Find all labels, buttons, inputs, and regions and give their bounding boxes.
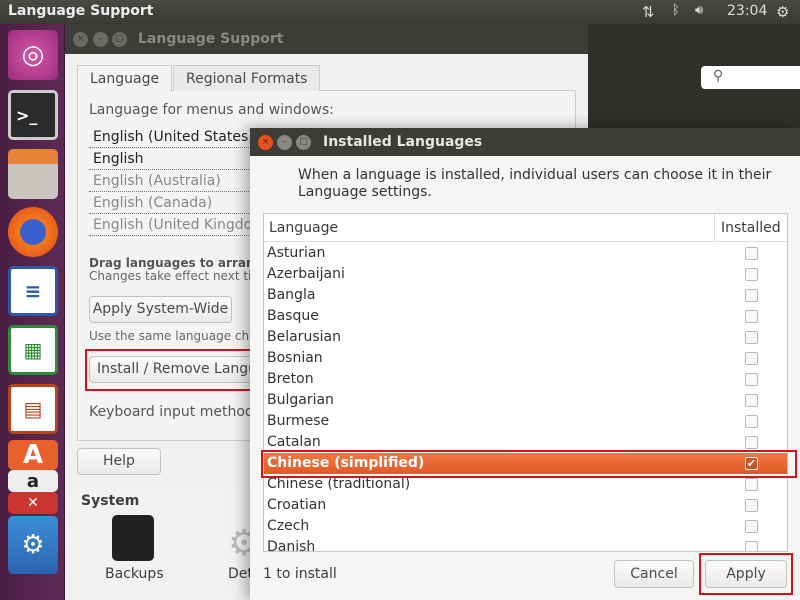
language-name: Belarusian [267,329,341,345]
titlebar: × – □ Installed Languages [250,128,800,156]
same-choice-hint: Use the same language choic [89,329,267,343]
list-header: Language Installed [264,214,787,242]
installed-checkbox[interactable] [745,478,758,491]
maximize-icon[interactable]: □ [296,135,311,150]
installed-checkbox[interactable] [745,436,758,449]
window-title: Language Support [8,3,154,19]
launcher: ◎ >_ ≡ ▦ ▤ A a ✕ ⚙ [0,24,65,600]
installed-checkbox[interactable] [745,520,758,533]
language-row[interactable]: Croatian [264,495,787,516]
software-center-icon[interactable]: A [8,440,58,470]
titlebar: × – □ Language Support [65,24,588,54]
list-label: Language for menus and windows: [89,102,334,118]
installed-checkbox[interactable] [745,352,758,365]
bluetooth-icon[interactable]: ᛒ [672,3,680,18]
backups-label[interactable]: Backups [105,566,164,582]
language-row[interactable]: Bosnian [264,348,787,369]
cancel-button[interactable]: Cancel [614,560,694,588]
language-row[interactable]: Danish [264,537,787,552]
volume-icon[interactable]: 🔊︎ [695,3,703,18]
language-name: Czech [267,518,310,534]
language-row[interactable]: Burmese [264,411,787,432]
installed-checkbox[interactable] [745,373,758,386]
minimize-icon[interactable]: – [277,135,292,150]
highlight-apply-button [699,553,793,595]
language-row[interactable]: Bangla [264,285,787,306]
language-row[interactable]: Bulgarian [264,390,787,411]
language-name: Bulgarian [267,392,334,408]
language-row[interactable]: Breton [264,369,787,390]
ubuntu-dash-icon[interactable]: ◎ [8,30,58,80]
firefox-icon[interactable] [8,207,58,257]
help-button[interactable]: Help [77,448,161,475]
installed-checkbox[interactable] [745,499,758,512]
installed-checkbox[interactable] [745,541,758,551]
file-cabinet-icon[interactable] [8,149,58,199]
language-name: Breton [267,371,314,387]
dialog-title: Installed Languages [323,134,483,150]
language-name: Croatian [267,497,327,513]
installed-checkbox[interactable] [745,289,758,302]
system-settings-icon[interactable]: ⚙ [8,516,58,574]
changes-hint: Changes take effect next tim [89,269,264,283]
search-icon: ⚲ [713,68,724,84]
description: When a language is installed, individual… [298,167,772,200]
column-header-language[interactable]: Language [269,220,338,236]
close-icon[interactable]: × [73,32,88,47]
language-name: Burmese [267,413,330,429]
impress-icon[interactable]: ▤ [8,384,58,434]
language-name: Basque [267,308,319,324]
language-row[interactable]: Basque [264,306,787,327]
window-title: Language Support [138,31,284,47]
language-row[interactable]: Asturian [264,243,787,264]
language-name: Asturian [267,245,326,261]
language-row[interactable]: Czech [264,516,787,537]
network-icon[interactable]: ⇅ [642,3,655,21]
top-panel: Language Support ⇅ ᛒ 🔊︎ 23:04 ⚙ [0,0,800,24]
language-row[interactable]: Azerbaijani [264,264,787,285]
system-section: System Backups ⚙ Det [65,488,265,600]
language-name: Bangla [267,287,316,303]
highlight-install-button [85,349,263,391]
installed-languages-dialog: × – □ Installed Languages When a languag… [250,128,800,600]
maximize-icon[interactable]: □ [112,32,127,47]
clock[interactable]: 23:04 [727,3,767,19]
calc-icon[interactable]: ▦ [8,325,58,375]
writer-icon[interactable]: ≡ [8,266,58,316]
status-text: 1 to install [263,566,337,582]
installed-checkbox[interactable] [745,394,758,407]
search-input[interactable]: ⚲ [701,66,800,89]
amazon-icon[interactable]: a [8,470,58,492]
installed-checkbox[interactable] [745,247,758,260]
installed-checkbox[interactable] [745,415,758,428]
installed-checkbox[interactable] [745,310,758,323]
highlight-chinese-row [261,450,797,478]
language-name: Bosnian [267,350,323,366]
keyboard-input-label: Keyboard input method [89,404,254,420]
settings-icon[interactable]: ✕ [8,492,58,514]
language-name: Azerbaijani [267,266,345,282]
tab-regional-formats[interactable]: Regional Formats [173,65,321,91]
terminal-icon[interactable]: >_ [8,90,58,140]
tab-language[interactable]: Language [77,65,173,92]
column-header-installed[interactable]: Installed [721,220,781,236]
backups-icon[interactable] [112,515,154,561]
installed-checkbox[interactable] [745,331,758,344]
close-icon[interactable]: × [258,135,273,150]
language-name: Danish [267,539,316,552]
language-row[interactable]: Belarusian [264,327,787,348]
languages-list[interactable]: Language Installed Asturian Azerbaijani Ba… [263,213,788,552]
power-gear-icon[interactable]: ⚙ [776,3,789,21]
installed-checkbox[interactable] [745,268,758,281]
minimize-icon[interactable]: – [93,32,108,47]
apply-system-wide-button[interactable]: Apply System-Wide [89,296,232,323]
section-heading: System [81,493,140,509]
